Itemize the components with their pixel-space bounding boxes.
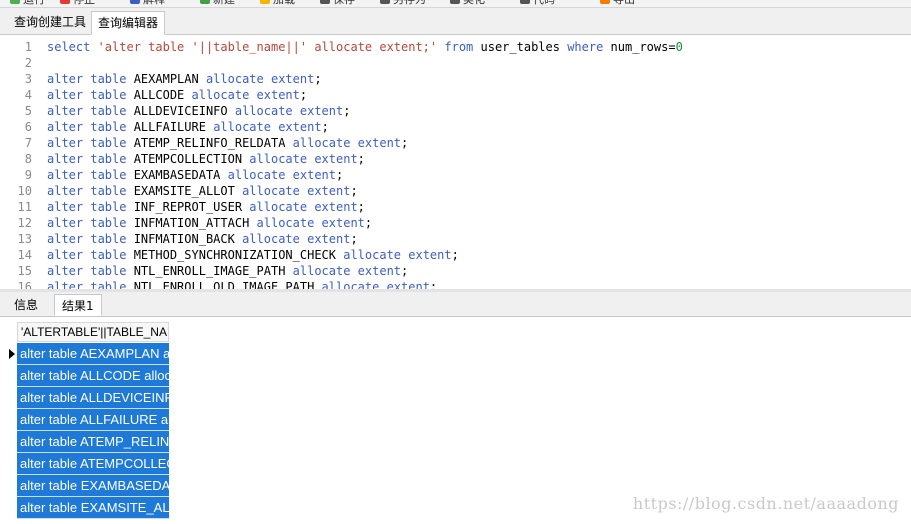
line-number: 8	[24, 152, 32, 166]
line-number: 15	[17, 264, 32, 278]
tab-query-builder[interactable]: 查询创建工具	[8, 11, 93, 33]
toolbar-item-3[interactable]: 新建	[200, 0, 235, 7]
toolbar-item-label: 导出	[613, 0, 635, 7]
code-line: 3 alter table AEXAMPLAN allocate extent;	[0, 71, 911, 87]
code-text: alter table METHOD_SYNCHRONIZATION_CHECK…	[47, 248, 459, 262]
code-line: 11 alter table INF_REPROT_USER allocate e…	[0, 199, 911, 215]
code-line: 7 alter table ATEMP_RELINFO_RELDATA alloc…	[0, 135, 911, 151]
table-row[interactable]: alter table ALLFAILURE allocate extent;	[17, 409, 169, 431]
code-text: alter table EXAMBASEDATA allocate extent…	[47, 168, 344, 182]
table-row[interactable]: alter table ALLDEVICEINFO allocate exten…	[17, 387, 169, 409]
code-line: 1 select 'alter table '||table_name||' al…	[0, 39, 911, 55]
code-text: alter table AEXAMPLAN allocate extent;	[47, 72, 322, 86]
line-number: 10	[17, 184, 32, 198]
code-line: 14 alter table METHOD_SYNCHRONIZATION_CHE…	[0, 247, 911, 263]
line-number: 11	[17, 200, 32, 214]
table-row[interactable]: alter table ATEMPCOLLECTION allocate ext…	[17, 453, 169, 475]
watermark: https://blog.csdn.net/aaaadong	[632, 494, 899, 513]
editor-tab-bar: 查询创建工具 查询编辑器	[0, 8, 911, 35]
code-text: alter table NTL_ENROLL_IMAGE_PATH alloca…	[47, 264, 409, 278]
code-text: alter table ALLCODE allocate extent;	[47, 88, 308, 102]
sql-editor[interactable]: 1 select 'alter table '||table_name||' al…	[0, 35, 911, 289]
save-as-icon	[380, 0, 390, 4]
load-icon	[260, 0, 270, 4]
line-number: 12	[17, 216, 32, 230]
run-icon	[10, 0, 20, 4]
code-text: alter table INFMATION_ATTACH allocate ex…	[47, 216, 373, 230]
code-line: 5 alter table ALLDEVICEINFO allocate exte…	[0, 103, 911, 119]
code-line: 12 alter table INFMATION_ATTACH allocate …	[0, 215, 911, 231]
current-row-arrow-icon	[9, 349, 15, 359]
toolbar-item-9[interactable]: 导出	[600, 0, 635, 7]
toolbar-item-label: 保存	[333, 0, 355, 7]
tab-result-1[interactable]: 结果1	[54, 294, 102, 316]
code-text: alter table ALLFAILURE allocate extent;	[47, 120, 329, 134]
code-line: 8 alter table ATEMPCOLLECTION allocate ex…	[0, 151, 911, 167]
toolbar-item-7[interactable]: 美化	[450, 0, 485, 7]
table-row[interactable]: alter table AEXAMPLAN allocate extent;	[17, 343, 169, 365]
toolbar-item-8[interactable]: 代码	[520, 0, 555, 7]
code-line: 4 alter table ALLCODE allocate extent;	[0, 87, 911, 103]
result-grid: 'ALTERTABLE'||TABLE_NAME||'ALLOCATEEXTEN…	[0, 317, 911, 524]
toolbar-item-label: 新建	[213, 0, 235, 7]
beautify-icon	[450, 0, 460, 4]
line-number: 9	[24, 168, 32, 182]
line-number: 4	[24, 88, 32, 102]
code-line: 16 alter table NTL_ENROLL_OLD_IMAGE_PATH …	[0, 279, 911, 289]
toolbar-item-label: 停止	[73, 0, 95, 7]
new-icon	[200, 0, 210, 4]
code-line: 6 alter table ALLFAILURE allocate extent;	[0, 119, 911, 135]
table-row[interactable]: alter table EXAMSITE_ALLOT allocate exte…	[17, 497, 169, 519]
toolbar-item-2[interactable]: 解释	[130, 0, 165, 7]
code-text: alter table EXAMSITE_ALLOT allocate exte…	[47, 184, 358, 198]
stop-icon	[60, 0, 70, 4]
tab-query-editor[interactable]: 查询编辑器	[91, 11, 166, 35]
column-header[interactable]: 'ALTERTABLE'||TABLE_NAME||'ALLOCATEEXTEN…	[17, 322, 169, 342]
toolbar: 运行 停止 解释 新建 加载 保存 另存为 美化 代码 导出	[0, 0, 911, 8]
code-text: alter table NTL_ENROLL_OLD_IMAGE_PATH al…	[47, 280, 438, 289]
line-number: 14	[17, 248, 32, 262]
code-text: select 'alter table '||table_name||' all…	[47, 40, 683, 54]
code-text: alter table ATEMPCOLLECTION allocate ext…	[47, 152, 365, 166]
code-line: 15 alter table NTL_ENROLL_IMAGE_PATH allo…	[0, 263, 911, 279]
line-number: 1	[24, 40, 32, 54]
toolbar-item-label: 解释	[143, 0, 165, 7]
table-row[interactable]: alter table ALLCODE allocate extent;	[17, 365, 169, 387]
toolbar-item-4[interactable]: 加载	[260, 0, 295, 7]
toolbar-item-6[interactable]: 另存为	[380, 0, 426, 7]
code-line: 9 alter table EXAMBASEDATA allocate exten…	[0, 167, 911, 183]
export-icon	[600, 0, 610, 4]
line-number: 3	[24, 72, 32, 86]
code-line: 10 alter table EXAMSITE_ALLOT allocate ex…	[0, 183, 911, 199]
code-icon	[520, 0, 530, 4]
line-number: 16	[17, 280, 32, 289]
code-text: alter table ATEMP_RELINFO_RELDATA alloca…	[47, 136, 409, 150]
toolbar-item-label: 运行	[23, 0, 45, 7]
code-line: 2	[0, 55, 911, 71]
code-text: alter table ALLDEVICEINFO allocate exten…	[47, 104, 351, 118]
toolbar-item-5[interactable]: 保存	[320, 0, 355, 7]
line-number: 5	[24, 104, 32, 118]
line-number: 2	[24, 56, 32, 70]
toolbar-item-1[interactable]: 停止	[60, 0, 95, 7]
toolbar-item-label: 代码	[533, 0, 555, 7]
line-number: 6	[24, 120, 32, 134]
toolbar-item-label: 另存为	[393, 0, 426, 7]
line-number: 13	[17, 232, 32, 246]
row-indicator-column	[4, 342, 17, 522]
table-row[interactable]: alter table ATEMP_RELINFO_RELDATA alloca…	[17, 431, 169, 453]
code-text: alter table INF_REPROT_USER allocate ext…	[47, 200, 365, 214]
code-line: 13 alter table INFMATION_BACK allocate ex…	[0, 231, 911, 247]
tab-messages[interactable]: 信息	[7, 294, 45, 316]
save-icon	[320, 0, 330, 4]
toolbar-item-0[interactable]: 运行	[10, 0, 45, 7]
toolbar-item-label: 美化	[463, 0, 485, 7]
code-text: alter table INFMATION_BACK allocate exte…	[47, 232, 358, 246]
result-tab-bar: 信息 结果1	[0, 292, 911, 317]
toolbar-item-label: 加载	[273, 0, 295, 7]
line-number: 7	[24, 136, 32, 150]
table-row[interactable]: alter table EXAMBASEDATA allocate extent…	[17, 475, 169, 497]
explain-icon	[130, 0, 140, 4]
